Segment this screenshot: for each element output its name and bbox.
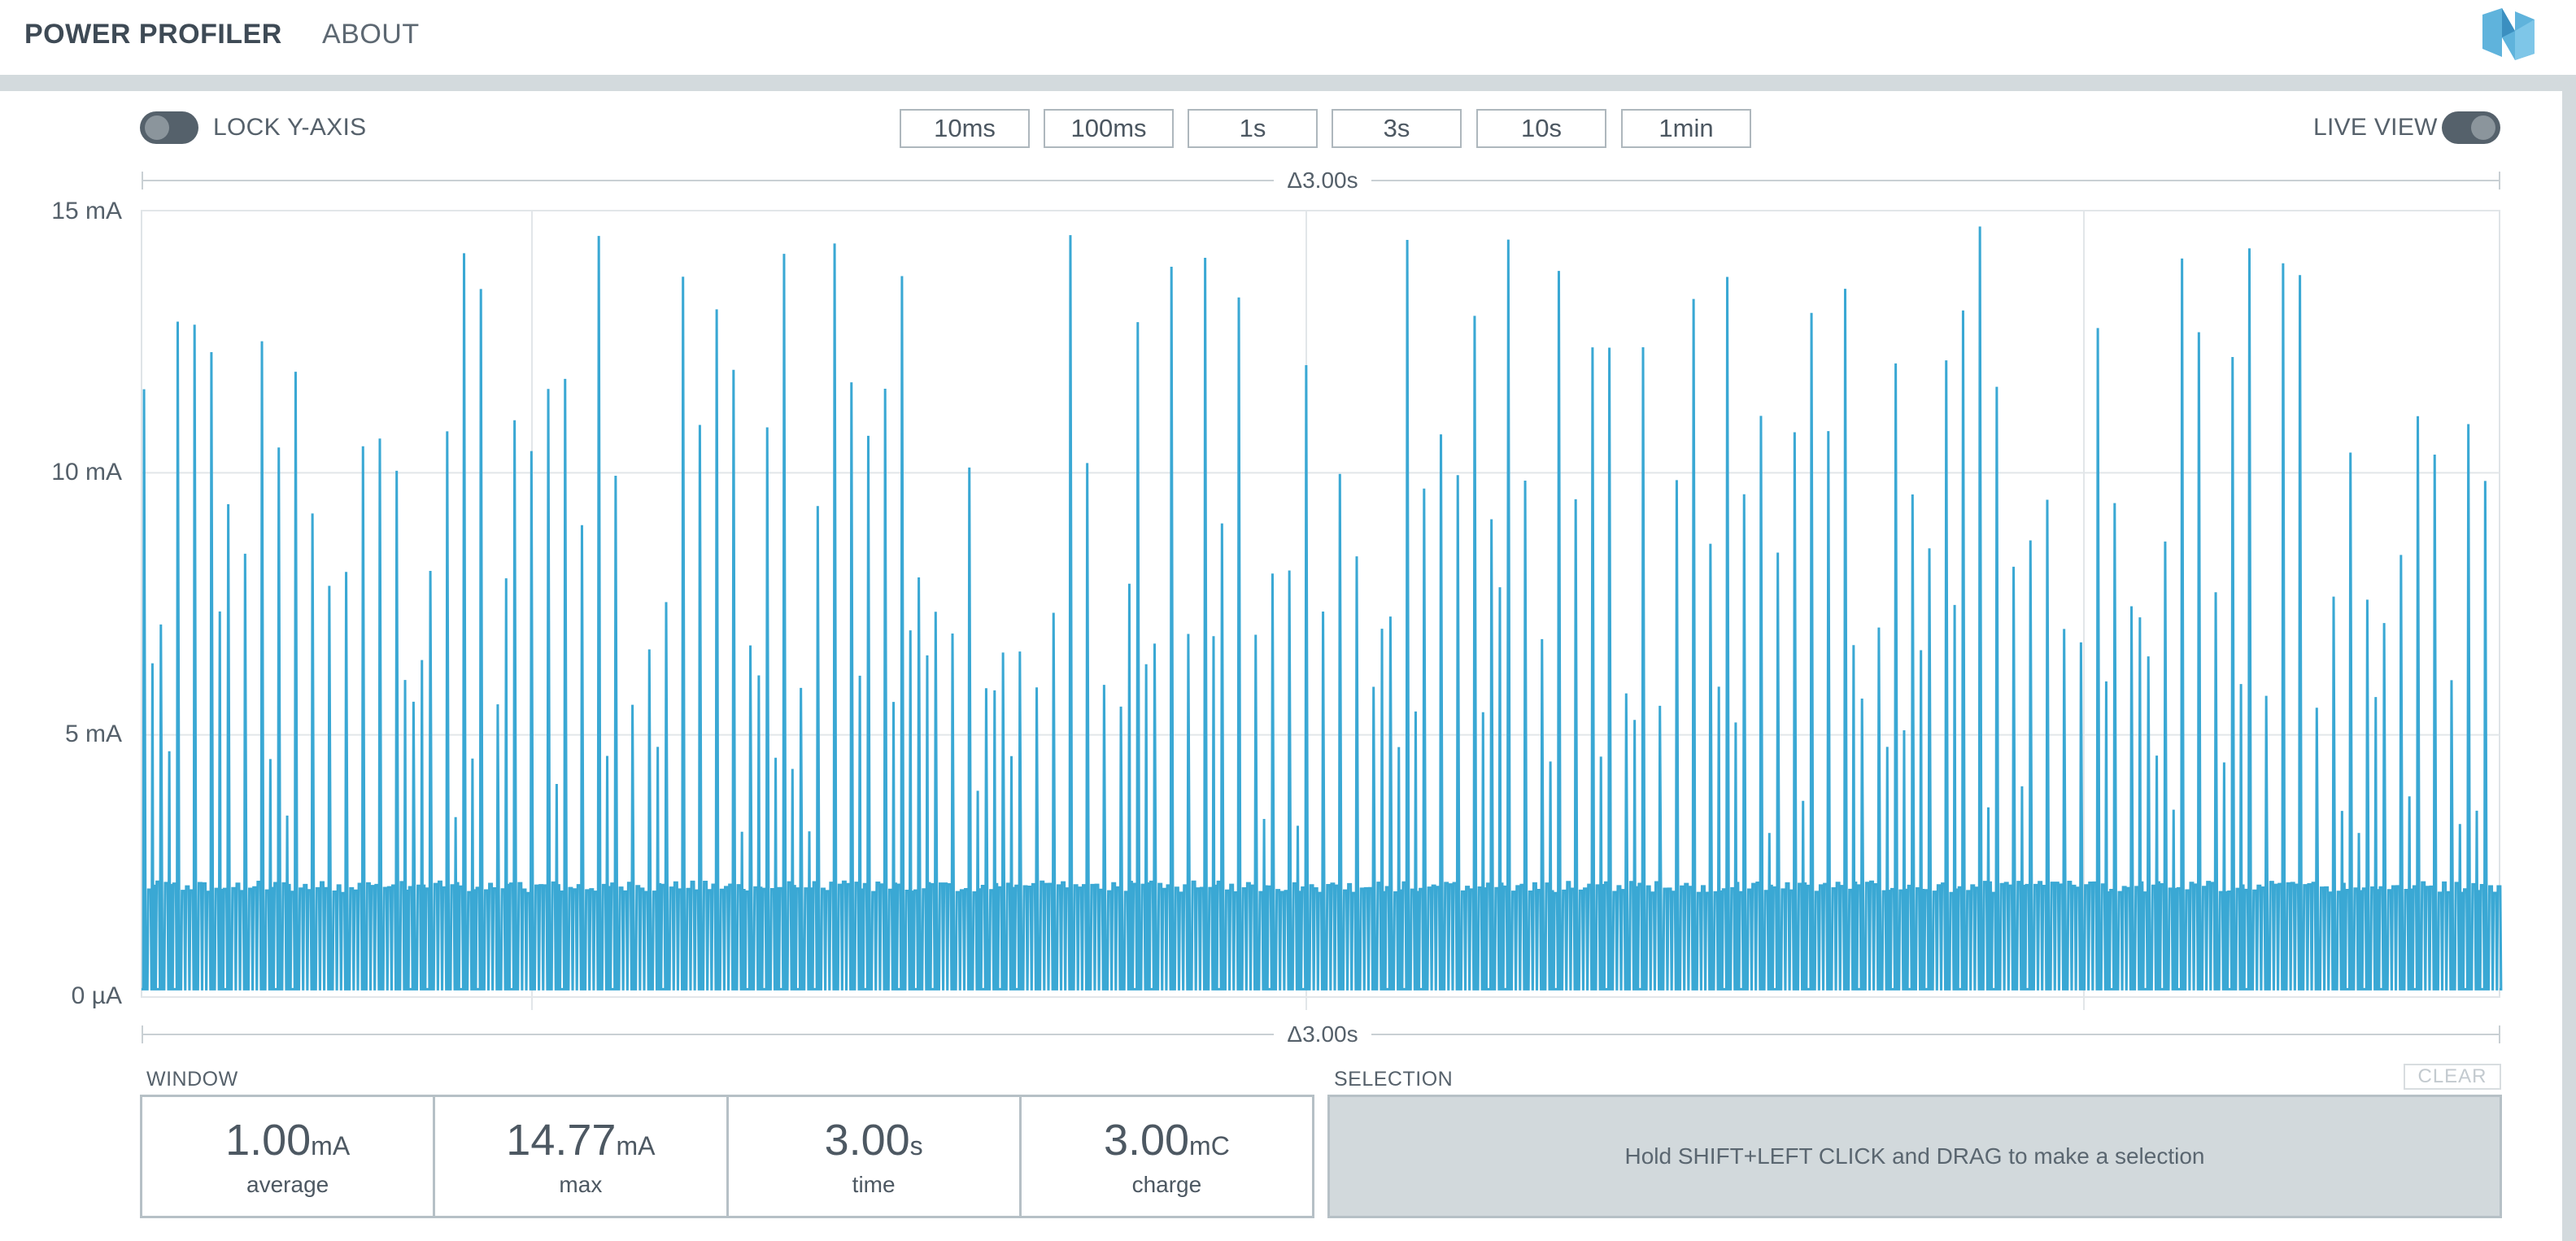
stat-value: 1.00 [225, 1116, 312, 1165]
window-stats-panel: 1.00mA average 14.77mA max 3.00s time 3.… [140, 1095, 1314, 1218]
stat-value: 3.00 [1103, 1116, 1190, 1165]
delta-tick [2499, 1025, 2500, 1043]
stat-charge: 3.00mC charge [1022, 1097, 1312, 1216]
stat-value: 3.00 [824, 1116, 910, 1165]
stat-value: 14.77 [506, 1116, 617, 1165]
selection-hint: Hold SHIFT+LEFT CLICK and DRAG to make a… [1624, 1143, 2205, 1169]
stat-unit: mA [311, 1131, 351, 1160]
stat-caption: average [246, 1172, 329, 1197]
stat-caption: max [559, 1172, 603, 1197]
selection-panel-title: SELECTION [1334, 1068, 1454, 1091]
plot-area [141, 210, 2500, 998]
stat-max: 14.77mA max [435, 1097, 729, 1216]
delta-line [142, 1034, 1274, 1035]
window-panel-title: WINDOW [146, 1068, 238, 1091]
stat-time: 3.00s time [729, 1097, 1022, 1216]
stat-unit: mA [616, 1131, 656, 1160]
clear-selection-button[interactable]: CLEAR [2404, 1064, 2501, 1090]
delta-line [1371, 1034, 2500, 1035]
stat-caption: time [852, 1172, 896, 1197]
delta-tick [142, 1025, 143, 1043]
stat-average: 1.00mA average [142, 1097, 436, 1216]
selection-panel[interactable]: Hold SHIFT+LEFT CLICK and DRAG to make a… [1327, 1095, 2502, 1218]
stat-unit: mC [1189, 1131, 1230, 1160]
stat-unit: s [909, 1131, 923, 1160]
delta-label: Δ3.00s [1287, 1021, 1358, 1047]
current-series-line [142, 226, 2503, 991]
stat-caption: charge [1131, 1172, 1202, 1197]
current-chart[interactable] [0, 0, 2576, 1241]
